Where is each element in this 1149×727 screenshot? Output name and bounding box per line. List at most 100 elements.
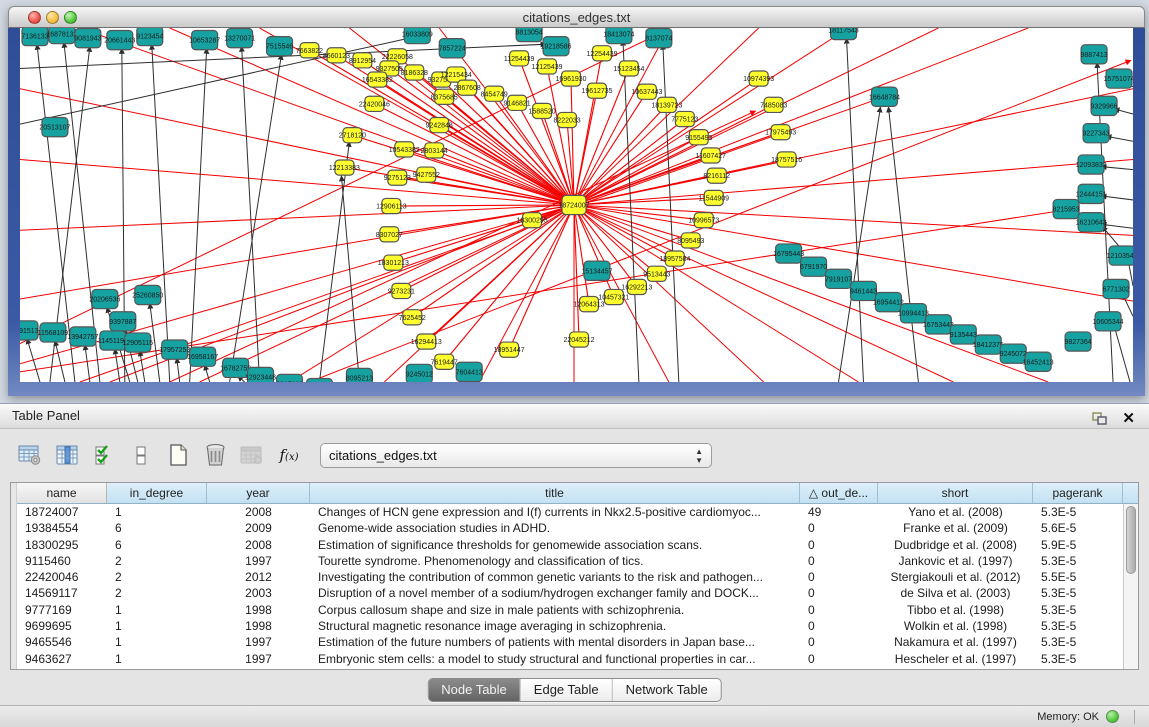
- cell[interactable]: 49: [800, 504, 878, 520]
- scrollbar-thumb[interactable]: [1126, 506, 1136, 574]
- cell[interactable]: 22420046: [17, 569, 107, 585]
- float-panel-icon[interactable]: [1092, 409, 1107, 433]
- cell[interactable]: 18300295: [17, 537, 107, 553]
- cell[interactable]: 5.3E-5: [1033, 585, 1123, 601]
- red-edge[interactable]: [20, 159, 574, 205]
- cell[interactable]: 2008: [207, 537, 310, 553]
- cell[interactable]: 5.3E-5: [1033, 651, 1123, 667]
- cell[interactable]: Tourette syndrome. Phenomenology and cla…: [310, 553, 800, 569]
- minimize-window-button[interactable]: [46, 11, 59, 24]
- red-edge[interactable]: [401, 205, 574, 291]
- table-row[interactable]: 1830029562008Estimation of significance …: [17, 537, 1138, 553]
- cell[interactable]: Estimation of the future numbers of pati…: [310, 634, 800, 650]
- cell[interactable]: Hescheler et al. (1997): [878, 651, 1033, 667]
- zoom-window-button[interactable]: [64, 11, 77, 24]
- cell[interactable]: 9699695: [17, 618, 107, 634]
- table-row[interactable]: 1938455462009Genome-wide association stu…: [17, 520, 1138, 536]
- cell[interactable]: 1998: [207, 618, 310, 634]
- red-edge[interactable]: [80, 99, 879, 382]
- red-edge[interactable]: [444, 205, 574, 362]
- column-header-6[interactable]: pagerank: [1033, 483, 1123, 503]
- cell[interactable]: 2: [107, 553, 207, 569]
- cell[interactable]: Investigating the contribution of common…: [310, 569, 800, 585]
- cell[interactable]: 0: [800, 651, 878, 667]
- black-edge[interactable]: [341, 176, 359, 382]
- vertical-scrollbar[interactable]: [1123, 504, 1138, 669]
- column-header-3[interactable]: title: [310, 483, 800, 503]
- cell[interactable]: Wolkin et al. (1998): [878, 618, 1033, 634]
- cell[interactable]: 9777169: [17, 602, 107, 618]
- black-edge[interactable]: [115, 349, 120, 382]
- table-row[interactable]: 977716911998Corpus callosum shape and si…: [17, 602, 1138, 618]
- cell[interactable]: 6: [107, 520, 207, 536]
- black-edge[interactable]: [1106, 136, 1133, 141]
- cell[interactable]: Structural magnetic resonance image aver…: [310, 618, 800, 634]
- table-row[interactable]: 946362711997Embryonic stem cells: a mode…: [17, 651, 1138, 667]
- cell[interactable]: 2008: [207, 504, 310, 520]
- table-row[interactable]: 946554611997Estimation of the future num…: [17, 634, 1138, 650]
- cell[interactable]: Yano et al. (2008): [878, 504, 1033, 520]
- cell[interactable]: 5.5E-5: [1033, 569, 1123, 585]
- black-edge[interactable]: [190, 48, 207, 382]
- column-header-2[interactable]: year: [207, 483, 310, 503]
- cell[interactable]: Changes of HCN gene expression and I(f) …: [310, 504, 800, 520]
- cell[interactable]: 1998: [207, 602, 310, 618]
- cell[interactable]: Nakamura et al. (1997): [878, 634, 1033, 650]
- table-row[interactable]: 2242004622012Investigating the contribut…: [17, 569, 1138, 585]
- delete-table-button[interactable]: [201, 441, 229, 469]
- cell[interactable]: 0: [800, 553, 878, 569]
- table-options-button[interactable]: [16, 441, 44, 469]
- create-table-button[interactable]: [164, 441, 192, 469]
- cell[interactable]: 5.3E-5: [1033, 602, 1123, 618]
- table-row[interactable]: 969969511998Structural magnetic resonanc…: [17, 618, 1138, 634]
- cell[interactable]: de Silva et al. (2003): [878, 585, 1033, 601]
- column-header-0[interactable]: name: [17, 483, 107, 503]
- black-edge[interactable]: [663, 44, 679, 382]
- black-edge[interactable]: [27, 339, 40, 382]
- cell[interactable]: 2: [107, 569, 207, 585]
- cell[interactable]: 0: [800, 634, 878, 650]
- cell[interactable]: Stergiakouli et al. (2012): [878, 569, 1033, 585]
- function-builder-button[interactable]: f(x): [275, 441, 303, 469]
- table-selector-dropdown[interactable]: citations_edges.txt ▲▼: [320, 443, 712, 468]
- memory-status-indicator[interactable]: [1106, 710, 1119, 723]
- cell[interactable]: 5.6E-5: [1033, 520, 1123, 536]
- black-edge[interactable]: [1114, 325, 1130, 382]
- cell[interactable]: 0: [800, 618, 878, 634]
- cell[interactable]: 1: [107, 618, 207, 634]
- tab-network-table[interactable]: Network Table: [612, 679, 721, 701]
- delete-table-disabled-button[interactable]: [238, 441, 266, 469]
- cell[interactable]: 1: [107, 602, 207, 618]
- red-edge[interactable]: [20, 205, 574, 299]
- cell[interactable]: Estimation of significance thresholds fo…: [310, 537, 800, 553]
- table-row[interactable]: 1872400712008Changes of HCN gene express…: [17, 504, 1138, 520]
- deselect-all-button[interactable]: [127, 441, 155, 469]
- cell[interactable]: Corpus callosum shape and size in male p…: [310, 602, 800, 618]
- red-edge[interactable]: [393, 205, 574, 263]
- close-panel-icon[interactable]: ✕: [1122, 407, 1135, 431]
- cell[interactable]: Disruption of a novel member of a sodium…: [310, 585, 800, 601]
- cell[interactable]: 19384554: [17, 520, 107, 536]
- black-edge[interactable]: [85, 345, 90, 382]
- cell[interactable]: 5.3E-5: [1033, 634, 1123, 650]
- cell[interactable]: 2009: [207, 520, 310, 536]
- cell[interactable]: Jankovic et al. (1997): [878, 553, 1033, 569]
- cell[interactable]: 1997: [207, 634, 310, 650]
- teal-node-17359326[interactable]: [306, 378, 332, 382]
- cell[interactable]: 0: [800, 569, 878, 585]
- cell[interactable]: 0: [800, 602, 878, 618]
- red-edge[interactable]: [574, 28, 1028, 205]
- black-edge[interactable]: [20, 38, 409, 124]
- black-edge[interactable]: [319, 141, 349, 382]
- cell[interactable]: 18724007: [17, 504, 107, 520]
- red-edge[interactable]: [574, 205, 764, 382]
- cell[interactable]: Embryonic stem cells: a model to study s…: [310, 651, 800, 667]
- red-edge[interactable]: [547, 66, 574, 205]
- close-window-button[interactable]: [28, 11, 41, 24]
- red-edge[interactable]: [290, 205, 574, 382]
- red-edge[interactable]: [574, 28, 938, 205]
- cell[interactable]: 9115460: [17, 553, 107, 569]
- cell[interactable]: 6: [107, 537, 207, 553]
- cell[interactable]: 2: [107, 585, 207, 601]
- red-edge[interactable]: [412, 205, 574, 317]
